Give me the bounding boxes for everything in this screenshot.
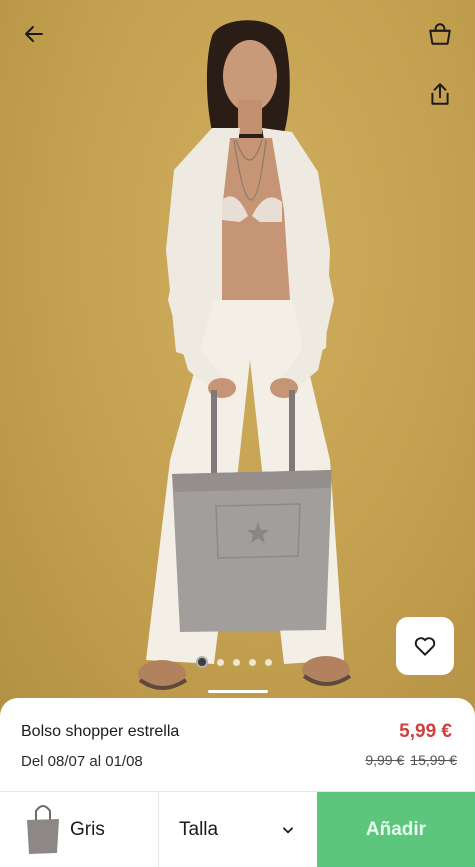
favorite-button[interactable]: [396, 617, 454, 675]
chevron-down-icon: [283, 827, 293, 834]
share-icon: [431, 83, 449, 105]
gallery-pagination: [196, 656, 272, 668]
color-thumbnail: [27, 805, 59, 854]
promo-dates: Del 08/07 al 01/08: [21, 753, 143, 770]
pagination-dot[interactable]: [233, 658, 240, 666]
shopping-bag-icon: [429, 23, 451, 45]
back-button[interactable]: [16, 16, 52, 52]
color-selector[interactable]: Gris: [0, 792, 159, 867]
product-info-sheet: Bolso shopper estrella Del 08/07 al 01/0…: [0, 690, 475, 798]
cart-button[interactable]: [422, 16, 458, 52]
add-to-cart-label: Añadir: [365, 819, 427, 840]
size-label: Talla: [179, 819, 219, 840]
current-price: 5,99 €: [399, 721, 452, 742]
old-price: 9,99 €: [365, 752, 405, 768]
original-prices: 9,99 € 15,99 €: [365, 752, 457, 768]
product-image-gallery[interactable]: [0, 0, 475, 720]
pagination-dot[interactable]: [265, 658, 272, 666]
sheet-drag-handle[interactable]: [208, 690, 268, 693]
share-button[interactable]: [422, 76, 458, 112]
heart-icon: [414, 637, 436, 656]
color-label: Gris: [70, 819, 105, 840]
arrow-left-icon: [25, 26, 43, 42]
add-to-cart-button[interactable]: Añadir: [317, 792, 475, 867]
pagination-dot[interactable]: [249, 658, 256, 666]
old-price: 15,99 €: [410, 752, 457, 768]
product-photo: [138, 20, 352, 690]
product-name: Bolso shopper estrella: [21, 723, 180, 740]
pagination-dot-active[interactable]: [196, 656, 208, 668]
size-selector[interactable]: Talla: [159, 792, 317, 867]
pagination-dot[interactable]: [217, 658, 224, 666]
purchase-bar: Gris Talla Añadir: [0, 791, 475, 867]
